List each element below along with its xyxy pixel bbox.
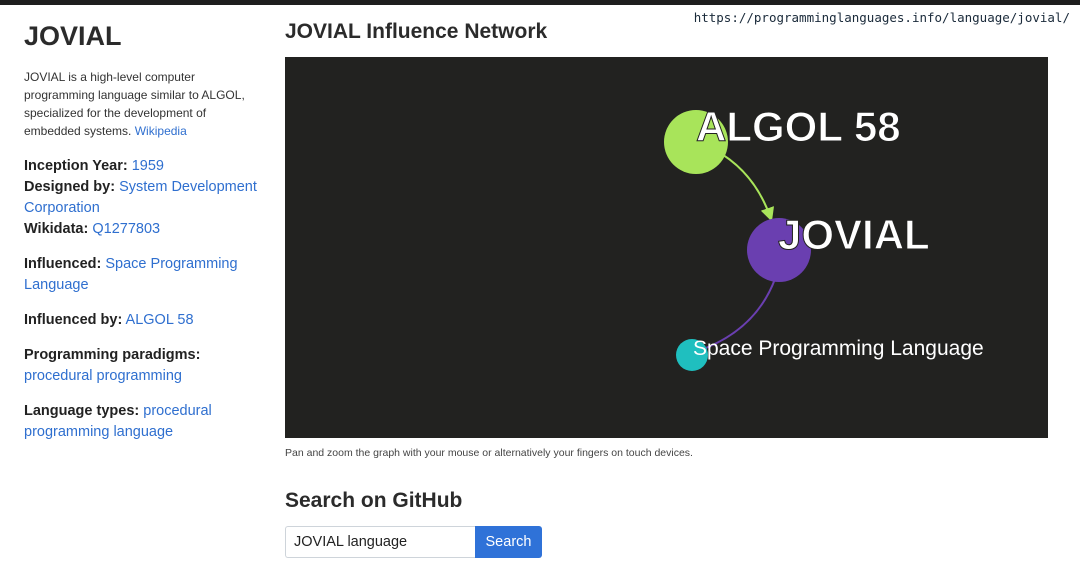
facts: Inception Year: 1959 Designed by: System…: [24, 156, 264, 443]
inception-row: Inception Year: 1959: [24, 156, 264, 177]
edge-algol-jovial: [714, 149, 775, 222]
paradigms-link[interactable]: procedural programming: [24, 368, 182, 384]
paradigms-row: Programming paradigms: procedural progra…: [24, 345, 264, 387]
node-label-jovial: JOVIAL: [778, 211, 930, 258]
inception-link[interactable]: 1959: [132, 158, 164, 174]
designed-row: Designed by: System Development Corporat…: [24, 177, 264, 219]
language-title: JOVIAL: [24, 21, 122, 51]
github-search-title: Search on GitHub: [285, 489, 463, 512]
wikidata-row: Wikidata: Q1277803: [24, 219, 264, 240]
network-title: JOVIAL Influence Network: [285, 20, 548, 43]
influenced-row: Influenced: Space Programming Language: [24, 254, 264, 296]
main-content: JOVIAL Influence Network ALGOL 58 JOVIAL…: [285, 19, 1048, 558]
influenced-by-label: Influenced by:: [24, 312, 123, 328]
wikidata-link[interactable]: Q1277803: [92, 221, 160, 237]
wikidata-label: Wikidata:: [24, 221, 89, 237]
influenced-by-link[interactable]: ALGOL 58: [126, 312, 194, 328]
inception-label: Inception Year:: [24, 158, 128, 174]
types-row: Language types: procedural programming l…: [24, 401, 264, 443]
influenced-label: Influenced:: [24, 256, 102, 272]
graph-canvas[interactable]: ALGOL 58 JOVIAL Space Programming Langua…: [285, 57, 1048, 438]
github-search-form: Search: [285, 526, 1048, 558]
designed-label: Designed by:: [24, 179, 116, 195]
paradigms-label: Programming paradigms:: [24, 347, 201, 363]
influence-graph[interactable]: ALGOL 58 JOVIAL Space Programming Langua…: [285, 57, 1048, 438]
github-search-button[interactable]: Search: [475, 526, 542, 558]
github-search-input[interactable]: [285, 526, 475, 558]
types-label: Language types:: [24, 403, 140, 419]
wikipedia-link[interactable]: Wikipedia: [135, 124, 187, 138]
node-label-algol-58: ALGOL 58: [696, 103, 901, 150]
graph-caption: Pan and zoom the graph with your mouse o…: [285, 447, 693, 459]
influenced-by-row: Influenced by: ALGOL 58: [24, 310, 264, 331]
sidebar: JOVIAL JOVIAL is a high-level computer p…: [24, 20, 264, 443]
language-description: JOVIAL is a high-level computer programm…: [24, 68, 264, 140]
node-label-space-programming-language: Space Programming Language: [693, 337, 984, 360]
top-bar: [0, 0, 1080, 5]
